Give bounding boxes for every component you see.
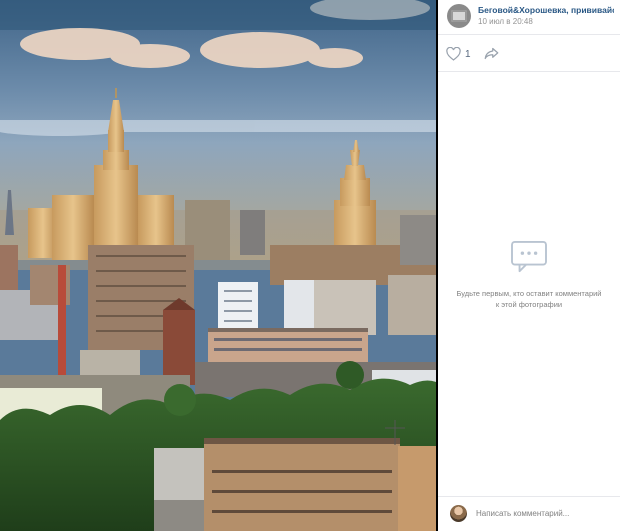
photo-viewer: Беговой&Хорошевка, прививайся! 10 июл в … bbox=[0, 0, 620, 531]
heart-icon bbox=[446, 47, 461, 61]
post-header: Беговой&Хорошевка, прививайся! 10 июл в … bbox=[438, 0, 620, 35]
empty-comments: Будьте первым, кто оставит комментарий к… bbox=[438, 240, 620, 310]
author-avatar[interactable] bbox=[447, 4, 471, 28]
avatar-logo-icon bbox=[451, 10, 467, 22]
current-user-avatar[interactable] bbox=[450, 505, 467, 522]
side-panel: Беговой&Хорошевка, прививайся! 10 июл в … bbox=[438, 0, 620, 531]
comment-input[interactable] bbox=[474, 504, 614, 522]
photo[interactable] bbox=[0, 0, 436, 531]
like-button[interactable]: 1 bbox=[446, 46, 471, 62]
share-arrow-icon bbox=[484, 47, 499, 60]
like-count: 1 bbox=[465, 48, 471, 60]
author-name[interactable]: Беговой&Хорошевка, прививайся! bbox=[478, 5, 614, 15]
city-skyline-photo bbox=[0, 0, 436, 531]
post-actions: 1 bbox=[438, 35, 620, 72]
comment-composer bbox=[438, 496, 620, 531]
post-date[interactable]: 10 июл в 20:48 bbox=[478, 17, 533, 26]
empty-comments-text: Будьте первым, кто оставит комментарий к… bbox=[456, 289, 602, 309]
share-button[interactable] bbox=[484, 47, 499, 65]
chat-bubble-icon bbox=[511, 240, 547, 273]
